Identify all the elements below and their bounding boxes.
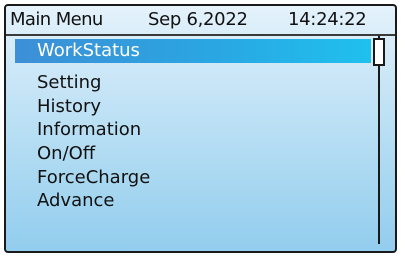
- header-bar: Main Menu Sep 6,2022 14:24:22: [6, 6, 395, 36]
- page-title: Main Menu: [10, 9, 103, 30]
- menu-item-workstatus[interactable]: WorkStatus: [15, 39, 371, 63]
- lcd-screen: Main Menu Sep 6,2022 14:24:22 WorkStatus…: [4, 4, 397, 253]
- scrollbar-track: [378, 36, 380, 244]
- menu-item-history[interactable]: History: [15, 95, 371, 119]
- scrollbar[interactable]: [372, 36, 386, 244]
- menu-item-forcecharge[interactable]: ForceCharge: [15, 166, 371, 190]
- menu-item-advance[interactable]: Advance: [15, 189, 371, 213]
- time-display: 14:24:22: [288, 9, 367, 30]
- menu-item-information[interactable]: Information: [15, 118, 371, 142]
- scrollbar-thumb[interactable]: [373, 38, 385, 66]
- menu-item-setting[interactable]: Setting: [15, 71, 371, 95]
- date-display: Sep 6,2022: [148, 9, 248, 30]
- menu-item-on-off[interactable]: On/Off: [15, 142, 371, 166]
